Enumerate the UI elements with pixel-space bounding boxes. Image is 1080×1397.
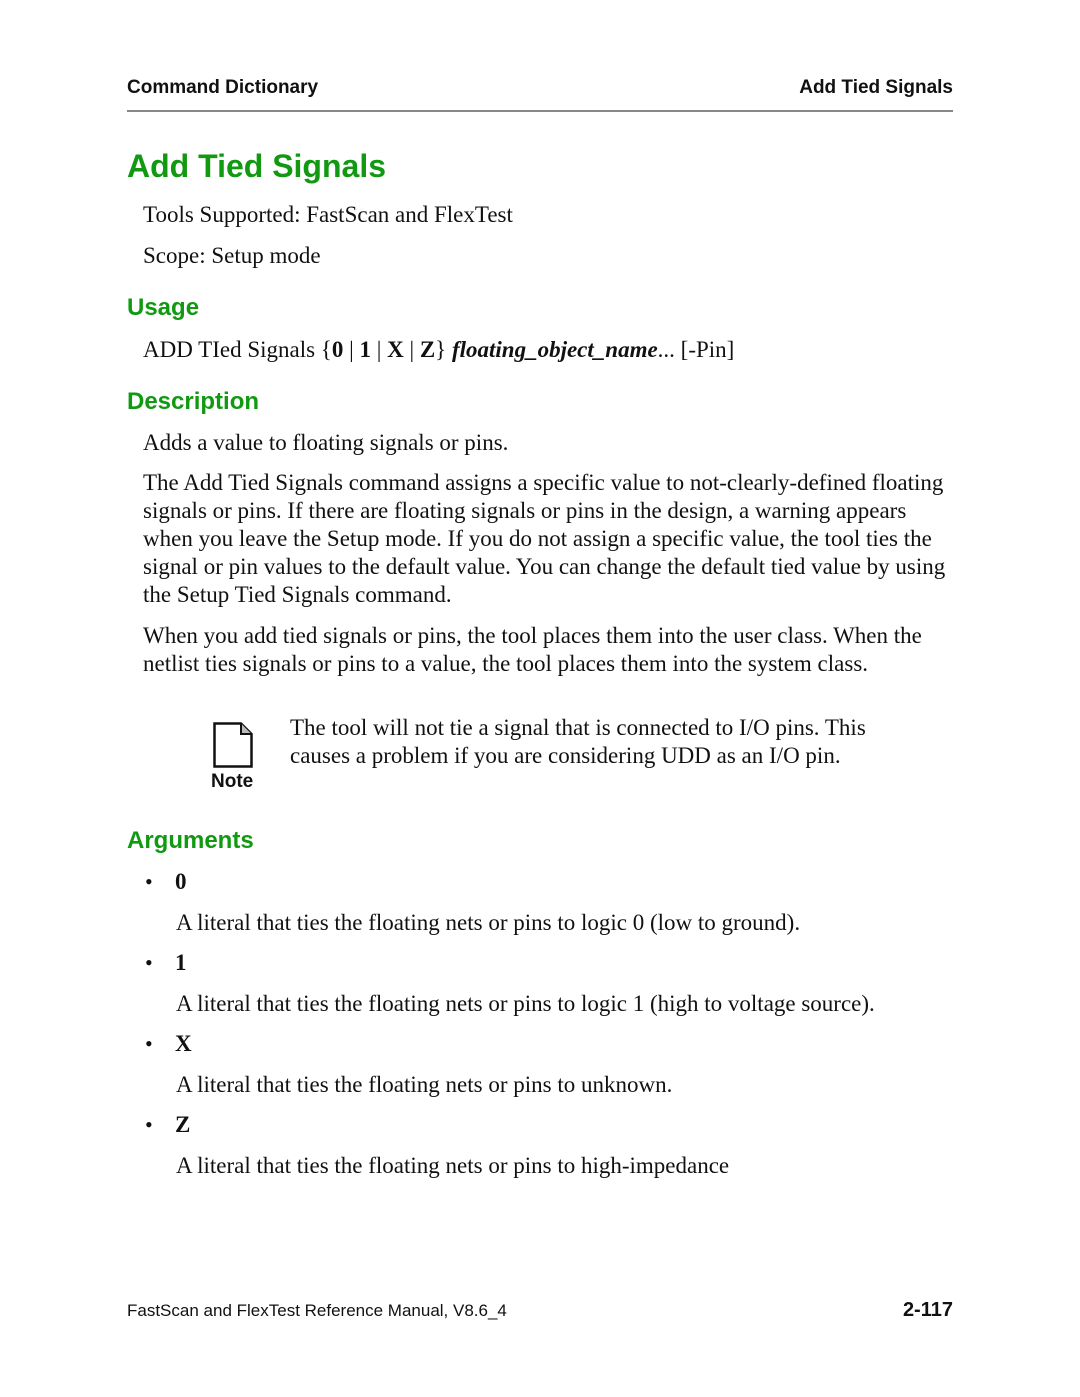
usage-option-1: 1 bbox=[359, 337, 371, 362]
usage-heading: Usage bbox=[127, 294, 200, 321]
bullet-icon: • bbox=[145, 950, 153, 975]
page-title: Add Tied Signals bbox=[127, 148, 386, 184]
usage-ellipsis: ... bbox=[657, 337, 681, 362]
argument-description: A literal that ties the floating nets or… bbox=[176, 991, 875, 1016]
argument-description: A literal that ties the floating nets or… bbox=[176, 1072, 673, 1097]
arguments-heading: Arguments bbox=[127, 827, 254, 854]
scope: Scope: Setup mode bbox=[143, 243, 321, 268]
usage-pin-switch: [-Pin] bbox=[680, 337, 735, 362]
description-paragraph: The Add Tied Signals command assigns a s… bbox=[143, 470, 946, 607]
usage-separator: | bbox=[370, 337, 388, 362]
usage-command: ADD TIed Signals { bbox=[143, 337, 332, 362]
usage-close-brace: } bbox=[435, 337, 452, 362]
bullet-icon: • bbox=[145, 869, 153, 894]
argument-name: X bbox=[175, 1031, 192, 1056]
argument-name: Z bbox=[175, 1112, 191, 1137]
usage-object-name: floating_object_name bbox=[451, 337, 658, 362]
usage-option-x: X bbox=[387, 337, 404, 362]
usage-option-0: 0 bbox=[331, 337, 344, 362]
page-number: 2-117 bbox=[902, 1299, 953, 1321]
bullet-icon: • bbox=[145, 1031, 153, 1056]
running-header-section: Command Dictionary bbox=[127, 77, 319, 98]
argument-description: A literal that ties the floating nets or… bbox=[176, 1153, 730, 1178]
usage-separator: | bbox=[343, 337, 360, 362]
usage-option-z: Z bbox=[419, 337, 436, 362]
description-paragraph: When you add tied signals or pins, the t… bbox=[143, 623, 922, 676]
running-header-title: Add Tied Signals bbox=[799, 77, 953, 98]
description-heading: Description bbox=[127, 388, 260, 415]
note-text: The tool will not tie a signal that is c… bbox=[290, 715, 866, 768]
document-note-icon bbox=[213, 722, 253, 768]
footer-manual-title: FastScan and FlexTest Reference Manual, … bbox=[127, 1301, 507, 1320]
header-divider bbox=[127, 110, 953, 112]
tools-supported: Tools Supported: FastScan and FlexTest bbox=[143, 202, 513, 227]
usage-syntax: ADD TIed Signals {0 | 1 | X | Z} floatin… bbox=[143, 336, 958, 364]
argument-name: 1 bbox=[175, 950, 187, 975]
argument-name: 0 bbox=[175, 869, 187, 894]
note-label: Note bbox=[211, 771, 254, 792]
usage-separator: | bbox=[403, 337, 420, 362]
argument-description: A literal that ties the floating nets or… bbox=[176, 910, 801, 935]
bullet-icon: • bbox=[145, 1112, 153, 1137]
description-summary: Adds a value to floating signals or pins… bbox=[143, 430, 509, 455]
